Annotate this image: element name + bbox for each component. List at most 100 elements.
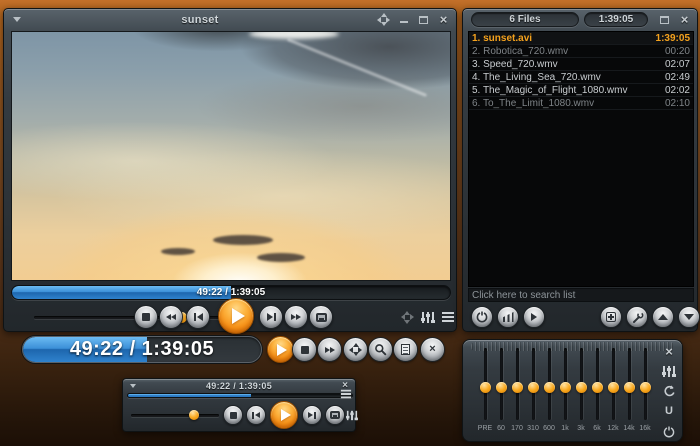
playlist-tools-button[interactable] bbox=[626, 306, 648, 328]
mini-titlebar[interactable]: 49:22 / 1:39:05 × bbox=[123, 379, 355, 392]
playlist-add-button[interactable] bbox=[600, 306, 622, 328]
eq-knob[interactable] bbox=[544, 382, 555, 393]
item-name: 2. Robotica_720.wmv bbox=[472, 46, 661, 57]
mini-equalizer-toggle[interactable] bbox=[345, 408, 359, 422]
media-tray-icon bbox=[316, 313, 327, 322]
item-duration: 02:10 bbox=[665, 98, 690, 109]
eq-knob[interactable] bbox=[624, 382, 635, 393]
cloud-silhouette bbox=[161, 248, 195, 255]
eq-slider-14k[interactable]: 14k bbox=[621, 348, 637, 436]
next-icon bbox=[308, 412, 316, 419]
playlist-move-up-button[interactable] bbox=[652, 306, 674, 328]
bright-cloud bbox=[249, 31, 339, 39]
control-bar-fast-forward-button[interactable] bbox=[317, 337, 342, 362]
playlist-move-down-button[interactable] bbox=[678, 306, 700, 328]
next-button[interactable] bbox=[259, 305, 283, 329]
playlist-search-field[interactable]: Click here to search list bbox=[468, 288, 694, 302]
eq-knob[interactable] bbox=[640, 382, 651, 393]
mini-play-button[interactable] bbox=[270, 401, 298, 429]
eq-slider-170[interactable]: 170 bbox=[509, 348, 525, 436]
eq-slider-6k[interactable]: 6k bbox=[589, 348, 605, 436]
menu-button[interactable] bbox=[440, 310, 456, 324]
power-icon bbox=[476, 311, 488, 323]
equalizer-presets-button[interactable] bbox=[662, 364, 677, 379]
eq-slider-12k[interactable]: 12k bbox=[605, 348, 621, 436]
close-button[interactable]: × bbox=[437, 13, 450, 26]
chevron-down-icon bbox=[130, 384, 136, 391]
eq-slider-600[interactable]: 600 bbox=[541, 348, 557, 436]
playlist-item[interactable]: 4. The_Living_Sea_720.wmv 02:49 bbox=[469, 71, 693, 84]
playlist-item[interactable]: 5. The_Magic_of_Flight_1080.wmv 02:02 bbox=[469, 84, 693, 97]
eq-slider-1k[interactable]: 1k bbox=[557, 348, 573, 436]
playlist-titlebar[interactable]: 6 Files 1:39:05 × bbox=[463, 9, 697, 30]
mini-stop-button[interactable] bbox=[223, 405, 243, 425]
control-bar-stop-button[interactable] bbox=[292, 337, 317, 362]
control-bar-play-button[interactable] bbox=[267, 336, 294, 363]
playlist-item[interactable]: 2. Robotica_720.wmv 00:20 bbox=[469, 45, 693, 58]
fast-forward-icon bbox=[291, 314, 301, 320]
playlist-item[interactable]: 1. sunset.avi 1:39:05 bbox=[469, 32, 693, 45]
equalizer-reset-button[interactable] bbox=[662, 384, 677, 399]
eq-knob[interactable] bbox=[576, 382, 587, 393]
chevron-down-icon bbox=[13, 17, 21, 26]
playlist-item[interactable]: 3. Speed_720.wmv 02:07 bbox=[469, 58, 693, 71]
eq-knob[interactable] bbox=[560, 382, 571, 393]
mini-open-media-button[interactable] bbox=[325, 405, 345, 425]
eq-knob[interactable] bbox=[496, 382, 507, 393]
fullscreen-toggle[interactable] bbox=[399, 310, 415, 324]
mini-menu-button[interactable] bbox=[128, 381, 138, 391]
fullscreen-button[interactable] bbox=[377, 13, 390, 26]
equalizer-toggle[interactable] bbox=[420, 310, 436, 324]
previous-button[interactable] bbox=[186, 305, 210, 329]
files-count-badge: 6 Files bbox=[471, 12, 579, 27]
playlist-footer bbox=[463, 306, 697, 333]
eq-slider-310[interactable]: 310 bbox=[525, 348, 541, 436]
control-bar-playlist-button[interactable] bbox=[393, 337, 418, 362]
playlist-play-button[interactable] bbox=[523, 306, 545, 328]
item-name: 4. The_Living_Sea_720.wmv bbox=[472, 72, 661, 83]
window-menu-button[interactable] bbox=[10, 13, 23, 26]
control-bar-time: 49:22 / 1:39:05 bbox=[23, 337, 261, 362]
mini-seek-bar[interactable] bbox=[127, 393, 353, 398]
mini-next-button[interactable] bbox=[302, 405, 322, 425]
eq-knob[interactable] bbox=[528, 382, 539, 393]
open-media-button[interactable] bbox=[309, 305, 333, 329]
desktop: sunset × 49:22 / 1:39:05 bbox=[0, 0, 700, 446]
rewind-button[interactable] bbox=[159, 305, 183, 329]
play-button[interactable] bbox=[218, 298, 254, 334]
control-bar-zoom-button[interactable] bbox=[368, 337, 393, 362]
equalizer-power-button[interactable] bbox=[662, 424, 677, 439]
eq-knob[interactable] bbox=[512, 382, 523, 393]
equalizer-close-button[interactable]: × bbox=[662, 344, 677, 359]
mini-menu-list-button[interactable] bbox=[339, 387, 353, 401]
control-bar-seek[interactable]: 49:22 / 1:39:05 bbox=[22, 336, 262, 363]
minimize-button[interactable] bbox=[397, 13, 410, 26]
playlist-item[interactable]: 6. To_The_Limit_1080.wmv 02:10 bbox=[469, 97, 693, 110]
eq-slider-3k[interactable]: 3k bbox=[573, 348, 589, 436]
mini-volume-track[interactable] bbox=[131, 414, 219, 417]
playlist-power-button[interactable] bbox=[471, 306, 493, 328]
mini-previous-button[interactable] bbox=[246, 405, 266, 425]
item-name: 6. To_The_Limit_1080.wmv bbox=[472, 98, 661, 109]
close-icon: × bbox=[429, 344, 435, 355]
eq-slider-pre[interactable]: PRE bbox=[477, 348, 493, 436]
eq-knob[interactable] bbox=[608, 382, 619, 393]
fast-forward-button[interactable] bbox=[284, 305, 308, 329]
equalizer-loop-button[interactable]: U bbox=[662, 404, 677, 419]
playlist-maximize-button[interactable] bbox=[658, 13, 671, 26]
control-bar-close-button[interactable]: × bbox=[420, 337, 445, 362]
control-bar-fullscreen-button[interactable] bbox=[343, 337, 368, 362]
playlist-close-button[interactable]: × bbox=[678, 13, 691, 26]
eq-slider-60[interactable]: 60 bbox=[493, 348, 509, 436]
playlist-list: 1. sunset.avi 1:39:05 2. Robotica_720.wm… bbox=[468, 31, 694, 287]
seek-fill bbox=[128, 394, 251, 397]
maximize-button[interactable] bbox=[417, 13, 430, 26]
main-titlebar[interactable]: sunset × bbox=[4, 9, 456, 30]
stop-button[interactable] bbox=[134, 305, 158, 329]
eq-knob[interactable] bbox=[480, 382, 491, 393]
playlist-levels-button[interactable] bbox=[497, 306, 519, 328]
mini-volume-knob[interactable] bbox=[189, 410, 199, 420]
eq-slider-16k[interactable]: 16k bbox=[637, 348, 653, 436]
eq-knob[interactable] bbox=[592, 382, 603, 393]
video-area[interactable] bbox=[11, 31, 451, 281]
